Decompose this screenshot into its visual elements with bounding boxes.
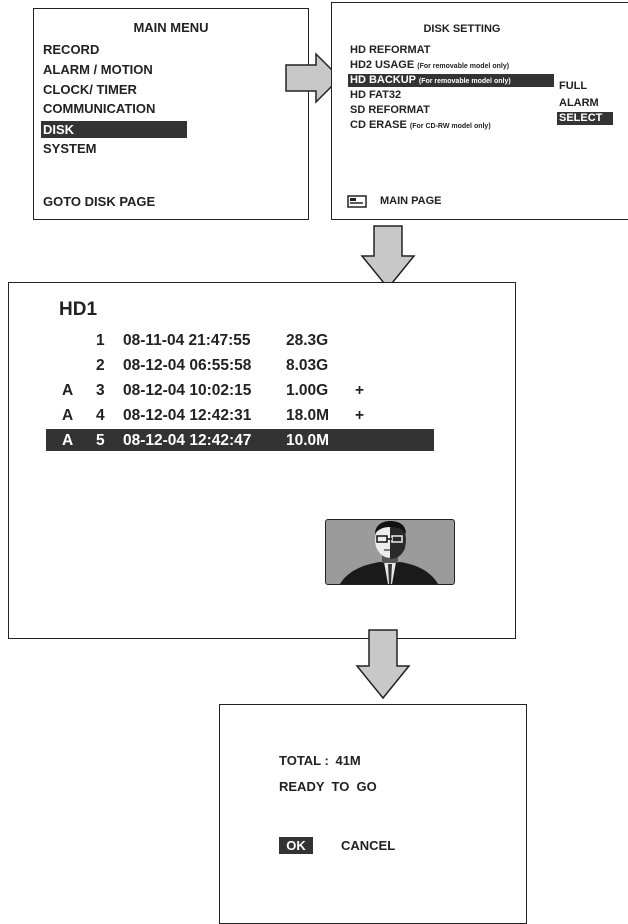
- disk-item-label: HD2 USAGE: [350, 59, 415, 71]
- row-size: 10.0M: [286, 432, 330, 449]
- row-flag: A: [62, 432, 74, 449]
- row-flag: A: [62, 407, 74, 424]
- main-page-button[interactable]: MAIN PAGE: [380, 195, 442, 207]
- disk-item-label: HD REFORMAT: [350, 44, 431, 56]
- total-size: TOTAL : 41M: [279, 753, 361, 768]
- menu-item-clock-timer[interactable]: CLOCK/ TIMER: [43, 82, 137, 97]
- drive-title: HD1: [59, 299, 98, 320]
- list-item[interactable]: 1 08-11-04 21:47:55 28.3G: [46, 329, 436, 350]
- main-menu-panel: MAIN MENU RECORD ALARM / MOTION CLOCK/ T…: [33, 8, 309, 220]
- row-size: 28.3G: [286, 332, 329, 349]
- disk-item-cd-erase[interactable]: CD ERASE (For CD-RW model only): [350, 119, 491, 131]
- disk-item-hd-reformat[interactable]: HD REFORMAT: [350, 44, 430, 56]
- backup-list-panel: HD1 1 08-11-04 21:47:55 28.3G 2 08-12-04…: [8, 282, 516, 639]
- backup-option-select[interactable]: SELECT: [557, 112, 613, 125]
- disk-item-note: (For removable model only): [417, 63, 510, 70]
- status-text: READY TO GO: [279, 779, 377, 794]
- camera-preview-thumbnail: [325, 519, 455, 585]
- disk-item-hd2-usage[interactable]: HD2 USAGE (For removable model only): [350, 59, 509, 71]
- row-datetime: 08-12-04 06:55:58: [123, 357, 252, 374]
- disk-setting-title: DISK SETTING: [423, 23, 501, 35]
- row-number: 5: [96, 432, 105, 449]
- disk-item-hd-fat32[interactable]: HD FAT32: [350, 89, 401, 101]
- menu-item-alarm-motion[interactable]: ALARM / MOTION: [43, 62, 153, 77]
- disk-item-note: (For removable model only): [418, 78, 511, 85]
- disk-item-label: CD ERASE: [350, 119, 407, 131]
- row-number: 4: [96, 407, 105, 424]
- row-datetime: 08-11-04 21:47:55: [123, 332, 251, 349]
- row-number: 3: [96, 382, 105, 399]
- row-datetime: 08-12-04 12:42:31: [123, 407, 252, 424]
- row-datetime: 08-12-04 12:42:47: [123, 432, 252, 449]
- disk-item-label: HD BACKUP: [350, 74, 416, 86]
- person-portrait-icon: [340, 521, 438, 584]
- backup-option-full[interactable]: FULL: [559, 80, 587, 92]
- list-item-selected[interactable]: A 5 08-12-04 12:42:47 10.0M: [46, 429, 434, 451]
- menu-item-record[interactable]: RECORD: [43, 42, 99, 57]
- row-datetime: 08-12-04 10:02:15: [123, 382, 252, 399]
- down-arrow-icon: [355, 629, 411, 700]
- disk-item-label: SD REFORMAT: [350, 104, 430, 116]
- row-mark: +: [355, 407, 365, 424]
- ok-button[interactable]: OK: [279, 837, 313, 854]
- disk-item-label: HD FAT32: [350, 89, 402, 101]
- confirm-panel: TOTAL : 41M READY TO GO OK CANCEL: [219, 704, 527, 924]
- row-size: 8.03G: [286, 357, 329, 374]
- row-number: 2: [96, 357, 105, 374]
- list-item[interactable]: A 4 08-12-04 12:42:31 18.0M +: [46, 404, 436, 425]
- backup-option-alarm[interactable]: ALARM: [559, 97, 599, 109]
- disk-item-sd-reformat[interactable]: SD REFORMAT: [350, 104, 430, 116]
- row-flag: A: [62, 382, 74, 399]
- total-value: 41M: [335, 753, 361, 768]
- main-page-icon: [347, 195, 367, 208]
- disk-item-hd-backup[interactable]: HD BACKUP (For removable model only): [348, 74, 554, 87]
- down-arrow-icon: [360, 225, 416, 290]
- cancel-button[interactable]: CANCEL: [341, 837, 395, 854]
- menu-item-system[interactable]: SYSTEM: [43, 141, 96, 156]
- goto-disk-page-button[interactable]: GOTO DISK PAGE: [43, 194, 155, 209]
- row-mark: +: [355, 382, 365, 399]
- total-label: TOTAL :: [279, 753, 329, 768]
- list-item[interactable]: A 3 08-12-04 10:02:15 1.00G +: [46, 379, 436, 400]
- list-item[interactable]: 2 08-12-04 06:55:58 8.03G: [46, 354, 436, 375]
- menu-item-communication[interactable]: COMMUNICATION: [43, 101, 155, 116]
- disk-setting-panel: DISK SETTING HD REFORMAT HD2 USAGE (For …: [331, 2, 628, 220]
- menu-item-disk[interactable]: DISK: [41, 121, 187, 138]
- disk-item-note: (For CD-RW model only): [409, 123, 491, 130]
- row-size: 1.00G: [286, 382, 329, 399]
- main-menu-title: MAIN MENU: [133, 20, 209, 35]
- row-number: 1: [96, 332, 105, 349]
- row-size: 18.0M: [286, 407, 330, 424]
